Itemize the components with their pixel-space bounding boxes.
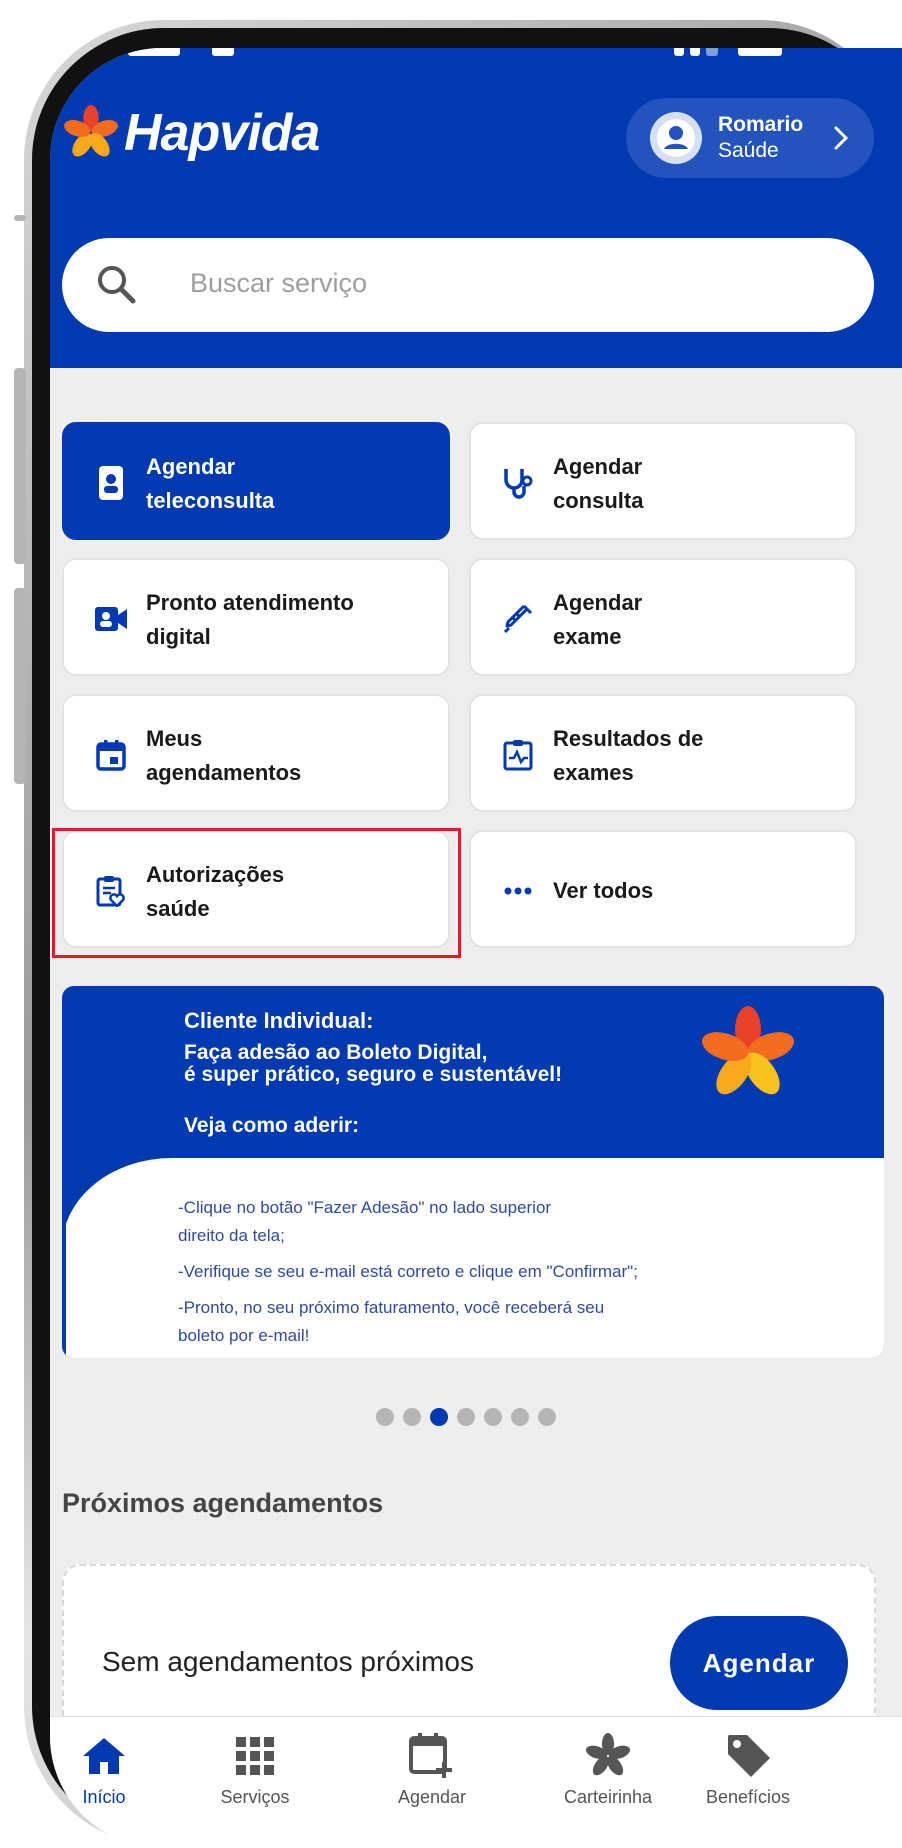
signal-icon-2 [690,48,700,56]
card-flower-icon [583,1731,633,1781]
service-label-line1: Agendar [553,454,643,479]
service-label-line2: digital [146,624,211,649]
battery-icon [738,48,782,56]
signal-icon [674,48,684,56]
nav-servicos[interactable]: Serviços [175,1731,335,1808]
side-marker [14,215,26,221]
service-label-line1: Meus [146,726,203,751]
nav-label: Carteirinha [563,1787,653,1807]
profile-button[interactable]: Romario Saúde [626,98,874,178]
service-label-line2: agendamentos [146,760,302,785]
volume-down-button [14,588,26,784]
calendar-add-icon [407,1731,457,1781]
banner-accent-line [62,1172,66,1358]
status-bar [50,48,902,58]
service-label-line1: Ver todos [553,878,654,903]
nav-label: Agendar [397,1787,467,1807]
banner-subtitle-1: Faça adesão ao Boleto Digital, [184,1041,488,1064]
service-label-line1: Agendar [146,454,236,479]
service-label-line1: Pronto atendimento [146,590,354,615]
service-label-line1: Resultados de [553,726,704,751]
video-camera-icon [94,602,128,636]
nav-label: Benefícios [706,1787,791,1807]
service-label-line2: consulta [553,488,644,513]
tag-icon [724,1731,774,1781]
avatar-icon [650,112,702,164]
volume-up-button [14,368,26,564]
banner-title: Cliente Individual: [184,1008,374,1033]
carousel-indicator [376,1408,556,1426]
signal-icon-3 [706,48,718,56]
agendar-button[interactable]: Agendar [670,1616,848,1710]
app-screen: Hapvida Romario Saúde Buscar serviço Age… [50,48,902,1848]
banner-step-3b: boleto por e-mail! [178,1326,310,1345]
banner-step-1a: -Clique no botão "Fazer Adesão" no lado … [178,1198,552,1217]
carousel-dot-active[interactable] [430,1408,448,1426]
service-label-line2: teleconsulta [146,488,275,513]
syringe-icon [501,602,535,636]
phone-doctor-icon [94,466,128,500]
service-agendar-exame[interactable]: Agendar exame [469,558,857,676]
flower-icon [701,1006,795,1095]
carousel-dot[interactable] [376,1408,394,1426]
nav-beneficios[interactable]: Benefícios [706,1731,902,1808]
service-label-line1: Agendar [553,590,643,615]
nav-label: Serviços [220,1787,290,1807]
upcoming-section-title: Próximos agendamentos [62,1488,384,1518]
flower-logo-icon [64,104,118,157]
clipboard-pulse-icon [501,738,535,772]
chevron-right-icon [834,126,849,150]
carousel-dot[interactable] [511,1408,529,1426]
banner-step-2: -Verifique se seu e-mail está correto e … [178,1262,638,1281]
nav-label: Início [82,1787,126,1807]
profile-plan: Saúde [718,139,779,162]
empty-state-text: Sem agendamentos próximos [102,1646,474,1677]
service-ver-todos[interactable]: Ver todos [469,830,857,948]
bottom-navigation: Início Serviços Agendar Carteirinha Bene… [50,1716,902,1848]
search-bar[interactable]: Buscar serviço [62,238,874,332]
carousel-dot[interactable] [484,1408,502,1426]
service-label-line2: exame [553,624,622,649]
carousel-dot[interactable] [538,1408,556,1426]
app-header: Hapvida Romario Saúde Buscar serviço [50,48,902,368]
service-pronto-atendimento[interactable]: Pronto atendimento digital [62,558,450,676]
search-placeholder: Buscar serviço [190,268,368,298]
more-dots-icon [501,874,535,908]
carousel-dot[interactable] [403,1408,421,1426]
service-agendar-teleconsulta[interactable]: Agendar teleconsulta [62,422,450,540]
status-time-fragment [128,48,180,56]
banner-how-to: Veja como aderir: [184,1114,360,1137]
banner-step-3a: -Pronto, no seu próximo faturamento, voc… [178,1298,605,1317]
service-resultados-exames[interactable]: Resultados de exames [469,694,857,812]
stethoscope-icon [501,466,535,500]
search-icon [98,266,136,304]
grid-icon [230,1731,280,1781]
home-icon [79,1731,129,1781]
brand-logo: Hapvida [62,103,320,163]
nav-agendar[interactable]: Agendar [352,1731,512,1808]
banner-step-1b: direito da tela; [178,1226,285,1245]
calendar-icon [94,738,128,772]
profile-name: Romario [718,113,804,136]
carousel-dot[interactable] [457,1408,475,1426]
nav-inicio[interactable]: Início [50,1731,184,1808]
banner-subtitle-2: é super prático, seguro e sustentável! [184,1063,563,1086]
service-meus-agendamentos[interactable]: Meus agendamentos [62,694,450,812]
promo-banner[interactable]: Cliente Individual: Faça adesão ao Bolet… [62,986,884,1358]
service-agendar-consulta[interactable]: Agendar consulta [469,422,857,540]
brand-name: Hapvida [124,104,320,162]
nav-carteirinha[interactable]: Carteirinha [528,1731,688,1808]
service-label-line2: exames [553,760,634,785]
highlight-box [52,828,461,958]
status-icon-fragment [212,48,234,56]
